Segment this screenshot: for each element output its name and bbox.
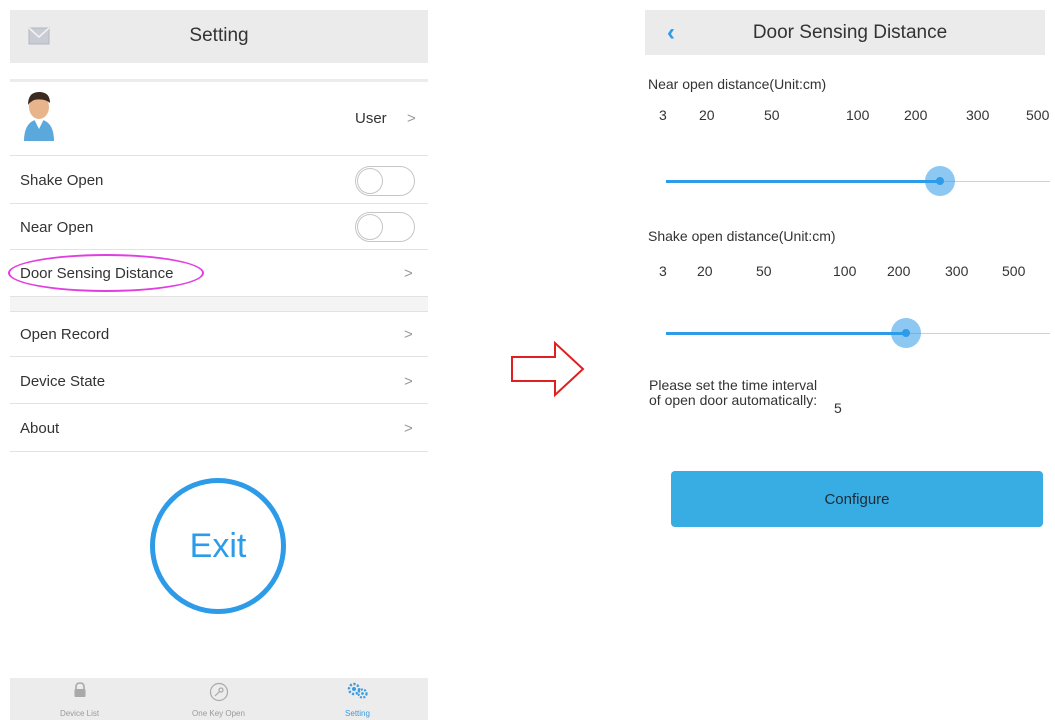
door-sensing-header: ‹ Door Sensing Distance bbox=[645, 10, 1045, 55]
near-open-label: Near Open bbox=[20, 219, 94, 236]
interval-value[interactable]: 5 bbox=[834, 400, 842, 416]
near-distance-slider[interactable] bbox=[666, 166, 1050, 196]
tick-label: 200 bbox=[887, 263, 911, 279]
open-record-label: Open Record bbox=[20, 326, 110, 343]
slider-thumb-dot bbox=[936, 177, 944, 185]
chevron-right-icon: > bbox=[407, 110, 416, 127]
device-state-label: Device State bbox=[20, 373, 106, 390]
section-gap bbox=[10, 296, 428, 312]
chevron-right-icon: > bbox=[404, 373, 413, 390]
toggle-knob bbox=[357, 214, 383, 240]
tab-device-list[interactable]: Device List bbox=[10, 678, 149, 720]
page-title: Setting bbox=[189, 25, 249, 46]
avatar bbox=[22, 89, 56, 148]
near-distance-label: Near open distance(Unit:cm) bbox=[648, 76, 827, 92]
chevron-right-icon: > bbox=[404, 265, 413, 282]
slider-track-filled bbox=[666, 332, 906, 335]
about-row[interactable] bbox=[10, 404, 428, 450]
divider bbox=[10, 451, 428, 452]
tab-setting[interactable]: Setting bbox=[288, 678, 427, 720]
gears-icon bbox=[288, 682, 427, 700]
tick-label: 20 bbox=[699, 107, 715, 123]
tick-label: 100 bbox=[833, 263, 857, 279]
tick-label: 500 bbox=[1026, 107, 1050, 123]
shake-open-toggle[interactable] bbox=[355, 166, 415, 196]
slider-thumb-dot bbox=[902, 329, 910, 337]
lock-icon bbox=[10, 682, 149, 698]
tick-label: 100 bbox=[846, 107, 870, 123]
toggle-knob bbox=[357, 168, 383, 194]
tab-label: Device List bbox=[59, 709, 100, 718]
tick-label: 3 bbox=[659, 263, 667, 279]
tab-one-key-open[interactable]: One Key Open bbox=[149, 678, 288, 720]
slider-track-filled bbox=[666, 180, 940, 183]
exit-button[interactable]: Exit bbox=[150, 478, 286, 614]
user-row[interactable]: User > bbox=[10, 83, 428, 153]
right-arrow-icon bbox=[510, 340, 586, 403]
tick-label: 20 bbox=[697, 263, 713, 279]
user-label: User bbox=[355, 110, 387, 127]
tick-label: 50 bbox=[764, 107, 780, 123]
slider-track bbox=[906, 333, 1050, 334]
shake-distance-label: Shake open distance(Unit:cm) bbox=[648, 228, 836, 244]
divider bbox=[10, 155, 428, 156]
page-title: Door Sensing Distance bbox=[752, 22, 948, 43]
setting-header: Setting bbox=[10, 10, 428, 63]
tick-label: 50 bbox=[756, 263, 772, 279]
shake-open-label: Shake Open bbox=[20, 172, 104, 189]
tick-label: 300 bbox=[945, 263, 969, 279]
tab-label: Setting bbox=[345, 709, 370, 718]
tick-label: 200 bbox=[904, 107, 928, 123]
key-icon bbox=[149, 682, 288, 702]
chevron-right-icon: > bbox=[404, 326, 413, 343]
chevron-right-icon: > bbox=[404, 420, 413, 437]
divider bbox=[10, 203, 428, 204]
tick-label: 3 bbox=[659, 107, 667, 123]
tick-label: 500 bbox=[1002, 263, 1026, 279]
interval-label: Please set the time interval of open doo… bbox=[649, 377, 818, 408]
near-open-toggle[interactable] bbox=[355, 212, 415, 242]
tab-label: One Key Open bbox=[192, 709, 245, 718]
about-label: About bbox=[20, 420, 60, 437]
bottom-tab-bar: Device List One Key Open Setting bbox=[10, 678, 428, 720]
divider bbox=[10, 79, 428, 82]
highlight-oval bbox=[8, 254, 204, 292]
tick-label: 300 bbox=[966, 107, 990, 123]
slider-track bbox=[940, 181, 1050, 182]
shake-distance-slider[interactable] bbox=[666, 318, 1050, 348]
configure-button[interactable]: Configure bbox=[671, 471, 1043, 527]
